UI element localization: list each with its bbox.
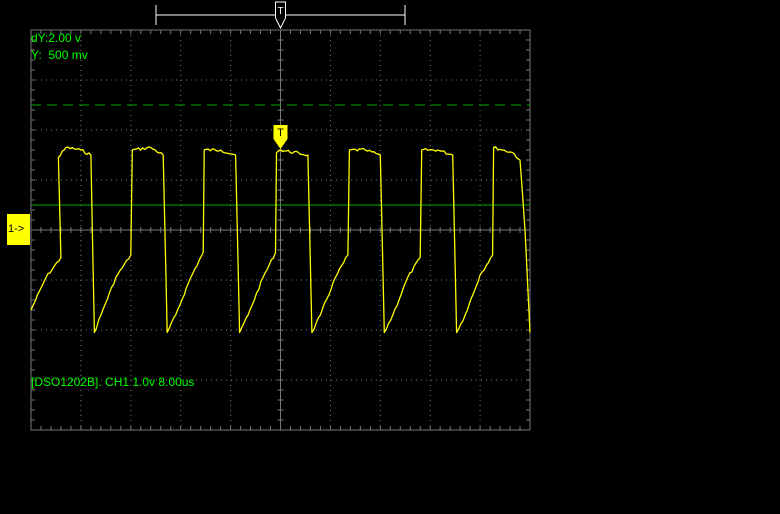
trigger-level-marker: T	[273, 125, 288, 149]
oscilloscope-display: T T	[30, 1, 531, 431]
trigger-marker-label: T	[277, 127, 284, 139]
cursor-y-readout: Y: 500 mv	[31, 48, 88, 62]
cursor-delta-y-readout: dY:2.00 v	[31, 31, 82, 45]
graticule	[30, 29, 531, 431]
trigger-marker-arrow	[273, 139, 288, 149]
trigger-position-label: T	[277, 6, 283, 17]
trigger-position-bracket[interactable]: T	[155, 1, 406, 30]
channel-1-ground-marker[interactable]: 1->	[7, 214, 30, 245]
status-line: [DSO1202B]. CH1 1.0v 8.00us	[31, 375, 195, 389]
